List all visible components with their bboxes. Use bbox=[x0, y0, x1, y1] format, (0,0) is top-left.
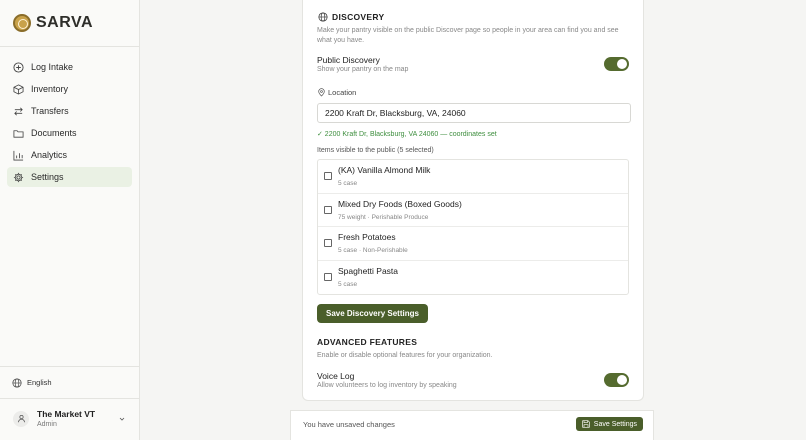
brand[interactable]: SARVA bbox=[0, 0, 139, 47]
save-icon bbox=[582, 420, 590, 428]
gear-icon bbox=[13, 172, 24, 183]
public-discovery-row: Public Discovery Show your pantry on the… bbox=[317, 55, 629, 75]
save-discovery-button[interactable]: Save Discovery Settings bbox=[317, 304, 428, 323]
location-label: Location bbox=[317, 87, 629, 98]
visible-items-label: Items visible to the public (5 selected) bbox=[317, 147, 434, 154]
sidebar-item-analytics[interactable]: Analytics bbox=[7, 145, 132, 165]
item-name: Fresh Potatoes bbox=[338, 232, 396, 242]
advanced-title: ADVANCED FEATURES bbox=[317, 337, 418, 347]
item-checkbox[interactable] bbox=[324, 272, 332, 281]
location-input[interactable] bbox=[317, 103, 631, 123]
language-label: English bbox=[27, 378, 52, 387]
item-meta: 5 case bbox=[338, 280, 358, 288]
plus-circle-icon bbox=[13, 61, 24, 73]
sidebar-item-label: Settings bbox=[31, 172, 64, 182]
user-avatar-icon bbox=[13, 410, 29, 427]
sidebar-item-settings[interactable]: Settings bbox=[7, 167, 132, 187]
coordinates-status: ✓ 2200 Kraft Dr, Blacksburg, VA 24060 — … bbox=[317, 131, 497, 138]
advanced-features-card: ADVANCED FEATURES Enable or disable opti… bbox=[302, 323, 644, 401]
item-name: Mixed Dry Foods (Boxed Goods) bbox=[338, 198, 462, 209]
list-item[interactable]: Mixed Dry Foods (Boxed Goods) 75 weight … bbox=[318, 194, 628, 227]
globe-icon bbox=[317, 11, 328, 22]
public-discovery-sub: Show your pantry on the map bbox=[317, 66, 409, 73]
unsaved-changes-text: You have unsaved changes bbox=[303, 420, 395, 429]
chevron-down-icon[interactable] bbox=[118, 410, 126, 428]
item-meta: 75 weight · Perishable Produce bbox=[338, 213, 429, 221]
voice-log-label: Voice Log bbox=[317, 370, 355, 381]
voice-log-row: Voice Log Allow volunteers to log invent… bbox=[317, 371, 629, 391]
save-settings-button[interactable]: Save Settings bbox=[575, 417, 643, 431]
sidebar-item-inventory[interactable]: Inventory bbox=[7, 79, 132, 99]
account-menu[interactable]: The Market VT Admin bbox=[0, 398, 140, 432]
map-pin-icon bbox=[317, 87, 325, 98]
sidebar-item-log-intake[interactable]: Log Intake bbox=[7, 57, 132, 77]
language-selector[interactable]: English bbox=[0, 366, 140, 398]
account-name: The Market VT bbox=[37, 409, 96, 419]
sidebar-item-label: Documents bbox=[31, 128, 77, 138]
globe-icon bbox=[11, 377, 22, 388]
transfer-icon bbox=[13, 106, 24, 117]
unsaved-changes-bar: You have unsaved changes Save Settings bbox=[290, 410, 654, 440]
sidebar-item-label: Transfers bbox=[31, 106, 69, 116]
discovery-heading: DISCOVERY bbox=[317, 11, 643, 22]
list-item[interactable]: Spaghetti Pasta 5 case bbox=[318, 261, 628, 295]
folder-icon bbox=[13, 128, 24, 139]
item-checkbox[interactable] bbox=[324, 239, 332, 247]
visible-items-list: (KA) Vanilla Almond Milk 5 case Mixed Dr… bbox=[317, 159, 629, 295]
account-info: The Market VT Admin bbox=[37, 409, 95, 428]
box-icon bbox=[13, 83, 24, 95]
sidebar: SARVA Log Intake Inventory Transfers Doc… bbox=[0, 0, 140, 440]
item-name: (KA) Vanilla Almond Milk bbox=[338, 165, 431, 175]
public-discovery-toggle[interactable] bbox=[604, 57, 629, 71]
list-item[interactable]: Fresh Potatoes 5 case · Non-Perishable bbox=[318, 227, 628, 261]
list-item[interactable]: (KA) Vanilla Almond Milk 5 case bbox=[318, 160, 628, 194]
chart-icon bbox=[13, 150, 24, 161]
advanced-description: Enable or disable optional features for … bbox=[317, 352, 493, 359]
brand-name: SARVA bbox=[36, 14, 94, 31]
sidebar-item-documents[interactable]: Documents bbox=[7, 123, 132, 143]
discovery-card: DISCOVERY Make your pantry visible on th… bbox=[302, 0, 644, 324]
public-discovery-label: Public Discovery bbox=[317, 55, 380, 65]
sidebar-nav: Log Intake Inventory Transfers Documents… bbox=[0, 47, 139, 187]
account-role: Admin bbox=[37, 421, 57, 428]
sidebar-item-label: Inventory bbox=[31, 84, 69, 94]
voice-log-toggle[interactable] bbox=[604, 372, 629, 387]
item-meta: 5 case · Non-Perishable bbox=[338, 247, 408, 254]
discovery-description: Make your pantry visible on the public D… bbox=[317, 27, 619, 44]
item-meta: 5 case bbox=[338, 180, 358, 187]
sarva-logo-icon bbox=[13, 14, 31, 32]
item-name: Spaghetti Pasta bbox=[338, 265, 399, 276]
voice-log-sub: Allow volunteers to log inventory by spe… bbox=[317, 381, 457, 389]
discovery-title: DISCOVERY bbox=[332, 11, 385, 22]
save-settings-label: Save Settings bbox=[593, 420, 637, 428]
location-label-text: Location bbox=[328, 88, 357, 97]
sidebar-item-label: Analytics bbox=[31, 150, 68, 160]
sidebar-item-transfers[interactable]: Transfers bbox=[7, 101, 132, 121]
item-checkbox[interactable] bbox=[324, 172, 332, 180]
sidebar-item-label: Log Intake bbox=[31, 62, 74, 72]
sidebar-footer: English The Market VT Admin bbox=[0, 366, 140, 440]
item-checkbox[interactable] bbox=[324, 205, 332, 214]
